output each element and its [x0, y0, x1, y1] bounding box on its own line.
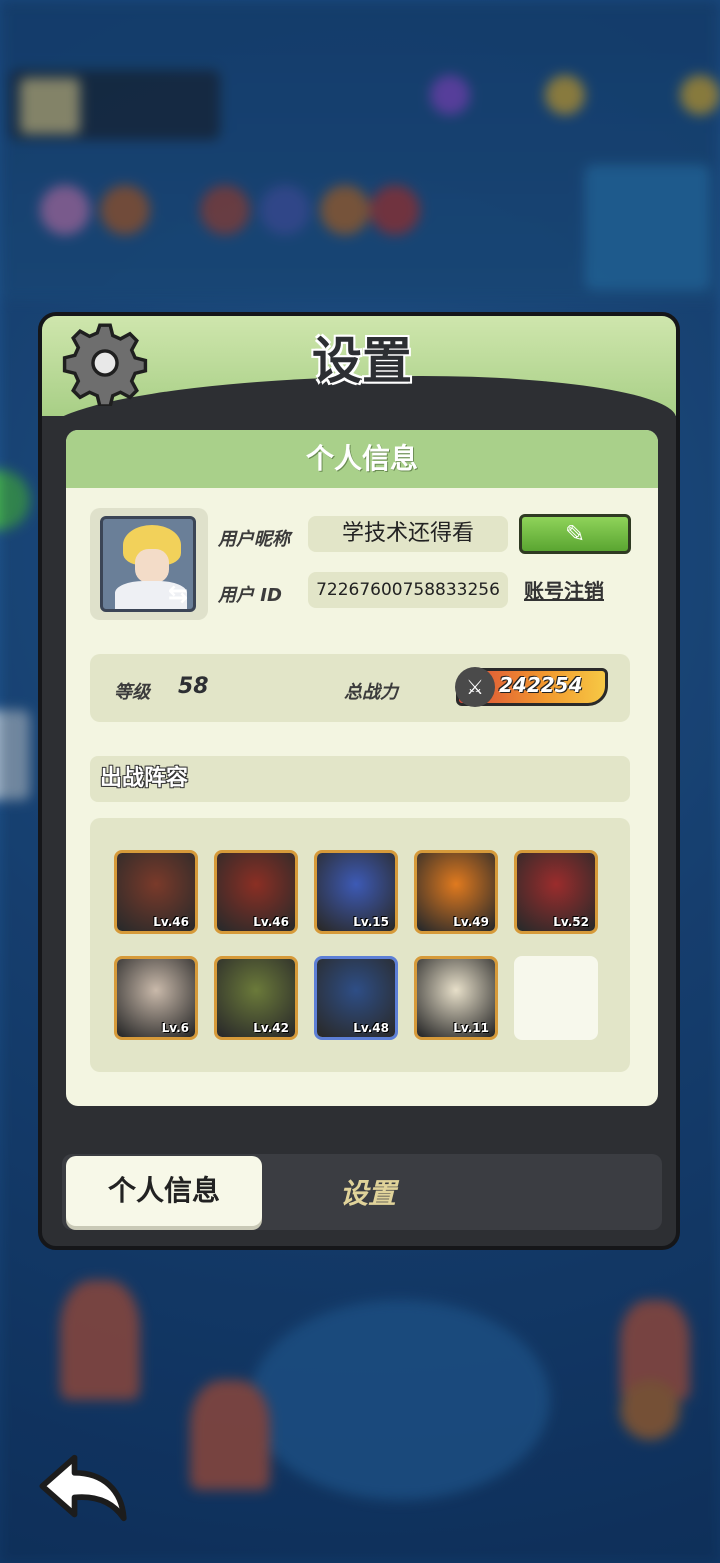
swap-avatar-icon: ⇆	[168, 580, 189, 608]
hero-level: Lv.46	[253, 915, 289, 929]
bottom-tabbar: 个人信息 设置	[62, 1154, 662, 1230]
tab-profile[interactable]: 个人信息	[66, 1156, 262, 1226]
hero-slot[interactable]: Lv.46	[114, 850, 198, 934]
pencil-icon: ✎	[564, 520, 586, 548]
edit-nickname-button[interactable]: ✎	[519, 514, 631, 554]
hero-level: Lv.48	[353, 1021, 389, 1035]
hero-level: Lv.46	[153, 915, 189, 929]
avatar[interactable]: ⇆	[90, 508, 208, 620]
gear-icon	[62, 323, 148, 406]
hero-slot[interactable]: Lv.42	[214, 956, 298, 1040]
hero-level: Lv.6	[161, 1021, 189, 1035]
tab-settings[interactable]: 设置	[340, 1172, 396, 1212]
settings-panel: 设置 个人信息 ⇆ 用户昵称 学技术还得看 ✎ 用户 ID 7226760075…	[38, 312, 680, 1250]
swords-icon: ⚔	[455, 667, 495, 707]
level-value: 58	[178, 674, 209, 699]
panel-header: 设置	[42, 316, 676, 416]
hero-level: Lv.15	[353, 915, 389, 929]
hero-slot[interactable]: Lv.11	[414, 956, 498, 1040]
back-arrow-icon[interactable]	[36, 1452, 132, 1524]
empty-hero-slot[interactable]	[514, 956, 598, 1040]
stats-row: 等级 58 总战力 ⚔ 242254	[90, 654, 630, 722]
hero-slot[interactable]: Lv.15	[314, 850, 398, 934]
panel-title: 设置	[312, 332, 412, 390]
power-label: 总战力	[344, 682, 398, 703]
hero-slot[interactable]: Lv.6	[114, 956, 198, 1040]
nickname-label: 用户昵称	[218, 529, 290, 550]
hero-slot[interactable]: Lv.52	[514, 850, 598, 934]
hero-slot[interactable]: Lv.46	[214, 850, 298, 934]
hero-level: Lv.42	[253, 1021, 289, 1035]
uid-label: 用户 ID	[218, 585, 282, 606]
hero-slot[interactable]: Lv.48	[314, 956, 398, 1040]
lineup-title: 出战阵容	[90, 756, 630, 802]
hero-level: Lv.49	[453, 915, 489, 929]
level-label: 等级	[114, 682, 150, 703]
lineup-grid: Lv.46 Lv.46 Lv.15 Lv.49 Lv.52 Lv.6 Lv.42…	[90, 818, 630, 1072]
hero-level: Lv.11	[453, 1021, 489, 1035]
power-badge: ⚔ 242254	[455, 667, 608, 707]
hero-level: Lv.52	[553, 915, 589, 929]
power-value: 242254	[499, 673, 583, 697]
nickname-value: 学技术还得看	[308, 516, 508, 552]
profile-card-header: 个人信息	[66, 430, 658, 488]
profile-card: 个人信息 ⇆ 用户昵称 学技术还得看 ✎ 用户 ID 7226760075883…	[66, 430, 658, 1106]
hero-slot[interactable]: Lv.49	[414, 850, 498, 934]
uid-value: 72267600758833256	[308, 572, 508, 608]
deregister-account-link[interactable]: 账号注销	[524, 575, 604, 604]
